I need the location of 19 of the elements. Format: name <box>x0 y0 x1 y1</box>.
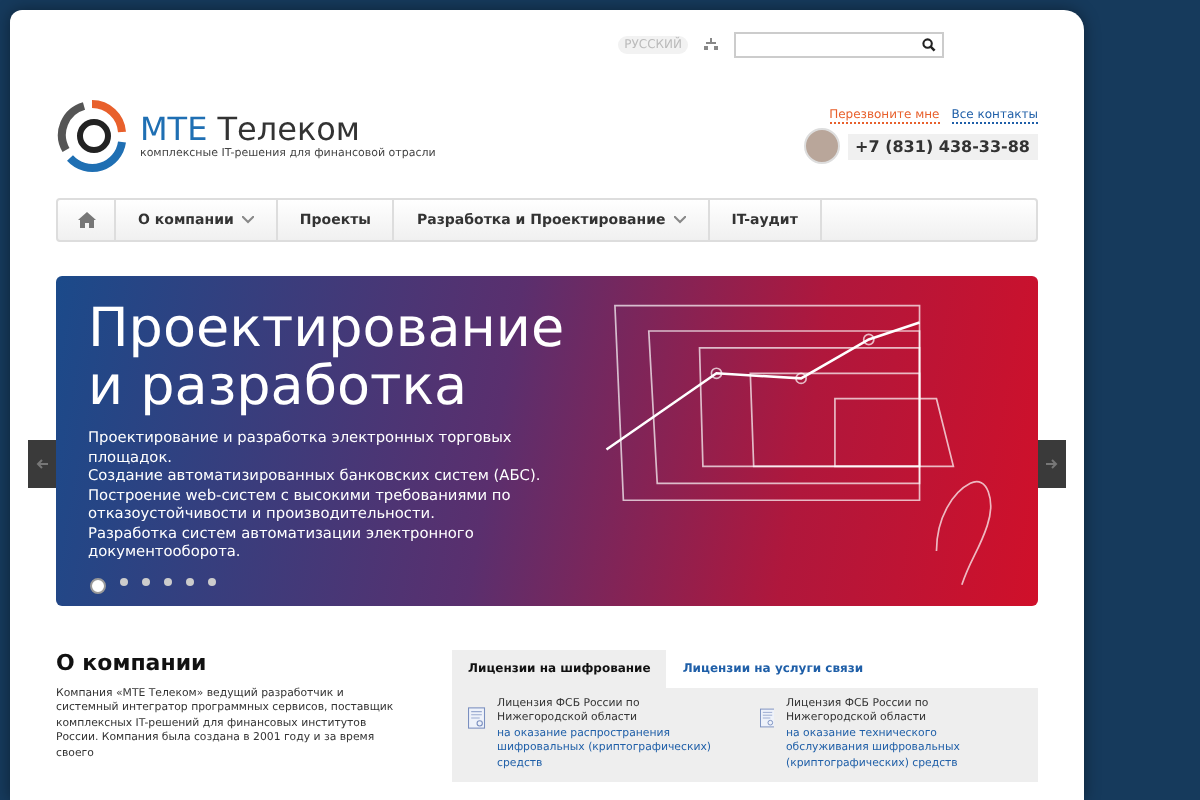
avatar-placeholder <box>803 128 840 164</box>
brand-name: МТЕ Телеком <box>140 112 362 148</box>
slide-dot[interactable] <box>90 578 106 594</box>
arrow-right-icon <box>1046 458 1058 470</box>
caret-icon <box>673 216 686 224</box>
slide-dot[interactable] <box>164 578 172 586</box>
slide-dot[interactable] <box>208 578 216 586</box>
logo-icon <box>56 98 128 174</box>
search-icon[interactable] <box>922 37 936 51</box>
phone-number: +7 (831) 438-33-88 <box>847 133 1038 159</box>
slide-dot[interactable] <box>142 578 150 586</box>
caret-icon <box>241 216 254 224</box>
banner-title: Проектирование и разработка <box>88 300 567 416</box>
search-field[interactable] <box>734 31 944 57</box>
slide-dot[interactable] <box>186 578 194 586</box>
slide-dot[interactable] <box>120 578 128 586</box>
arrow-left-icon <box>36 458 48 470</box>
sitemap-icon[interactable] <box>704 38 718 50</box>
section-title: О компании <box>56 650 209 676</box>
